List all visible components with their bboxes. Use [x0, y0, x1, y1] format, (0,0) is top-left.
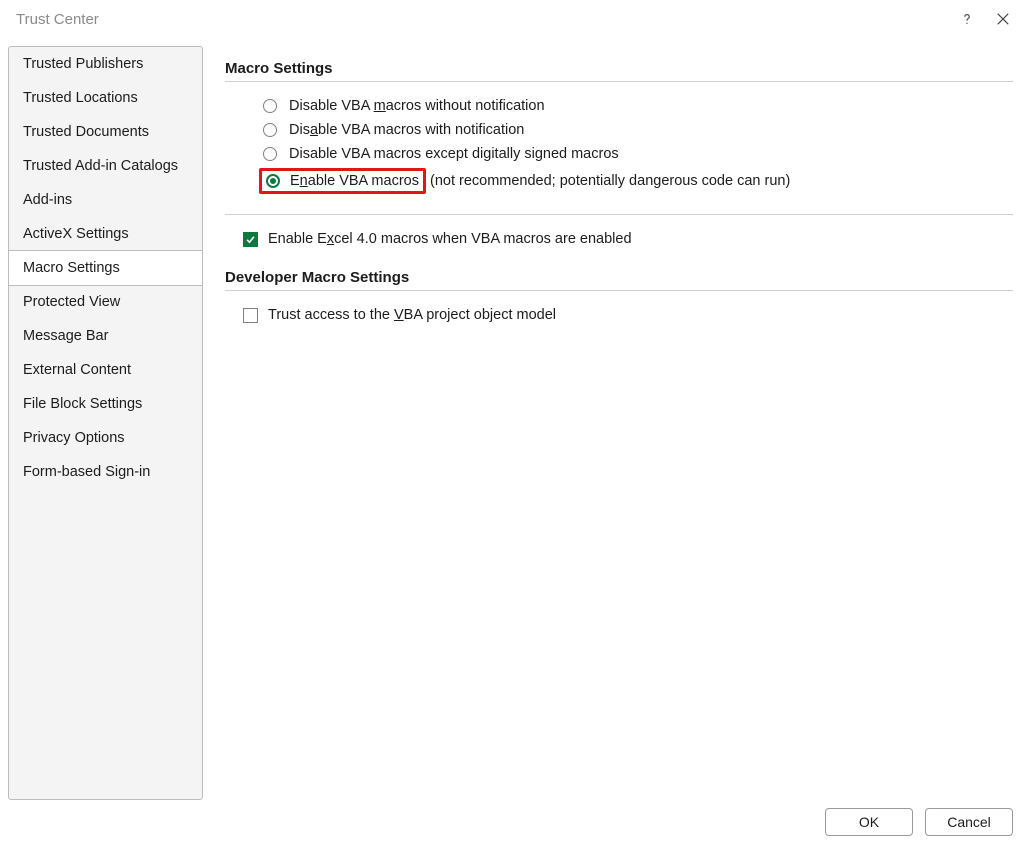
radio-disable-except-signed[interactable]: Disable VBA macros except digitally sign…	[225, 142, 1013, 166]
radio-label: Disable VBA macros except digitally sign…	[289, 146, 619, 162]
radio-enable-vba-macros[interactable]: Enable VBA macros	[290, 173, 419, 189]
sidebar-item-trusted-locations[interactable]: Trusted Locations	[9, 81, 202, 115]
sidebar-item-file-block-settings[interactable]: File Block Settings	[9, 387, 202, 421]
checkbox-trust-vba-project[interactable]: Trust access to the VBA project object m…	[225, 303, 1013, 327]
section-title-developer-macro-settings: Developer Macro Settings	[225, 269, 1013, 286]
radio-disable-without-notification[interactable]: Disable VBA macros without notification	[225, 94, 1013, 118]
sidebar-item-form-based-signin[interactable]: Form-based Sign-in	[9, 455, 202, 489]
sidebar-item-addins[interactable]: Add-ins	[9, 183, 202, 217]
sidebar-item-protected-view[interactable]: Protected View	[9, 285, 202, 319]
sidebar-item-message-bar[interactable]: Message Bar	[9, 319, 202, 353]
checkbox-icon	[243, 232, 258, 247]
checkbox-enable-excel4[interactable]: Enable Excel 4.0 macros when VBA macros …	[225, 227, 1013, 251]
ok-button[interactable]: OK	[825, 808, 913, 836]
section-title-macro-settings: Macro Settings	[225, 60, 1013, 77]
checkbox-icon	[243, 308, 258, 323]
radio-enable-suffix: (not recommended; potentially dangerous …	[430, 173, 790, 189]
radio-disable-with-notification[interactable]: Disable VBA macros with notification	[225, 118, 1013, 142]
sidebar-item-macro-settings[interactable]: Macro Settings	[9, 250, 202, 286]
radio-icon	[263, 147, 277, 161]
sidebar-item-privacy-options[interactable]: Privacy Options	[9, 421, 202, 455]
sidebar-item-trusted-addin-catalogs[interactable]: Trusted Add-in Catalogs	[9, 149, 202, 183]
highlighted-option: Enable VBA macros	[259, 168, 426, 194]
radio-icon[interactable]	[266, 174, 280, 188]
radio-label: Disable VBA macros with notification	[289, 122, 524, 138]
radio-icon	[263, 123, 277, 137]
sidebar-item-trusted-documents[interactable]: Trusted Documents	[9, 115, 202, 149]
sidebar-item-external-content[interactable]: External Content	[9, 353, 202, 387]
close-icon[interactable]	[985, 1, 1021, 37]
radio-label: Disable VBA macros without notification	[289, 98, 545, 114]
sidebar-item-activex-settings[interactable]: ActiveX Settings	[9, 217, 202, 251]
help-icon[interactable]	[949, 1, 985, 37]
sidebar-item-trusted-publishers[interactable]: Trusted Publishers	[9, 47, 202, 81]
radio-icon	[263, 99, 277, 113]
cancel-button[interactable]: Cancel	[925, 808, 1013, 836]
sidebar: Trusted Publishers Trusted Locations Tru…	[8, 46, 203, 800]
checkbox-label: Enable Excel 4.0 macros when VBA macros …	[268, 231, 632, 247]
checkbox-label: Trust access to the VBA project object m…	[268, 307, 556, 323]
window-title: Trust Center	[16, 11, 949, 28]
